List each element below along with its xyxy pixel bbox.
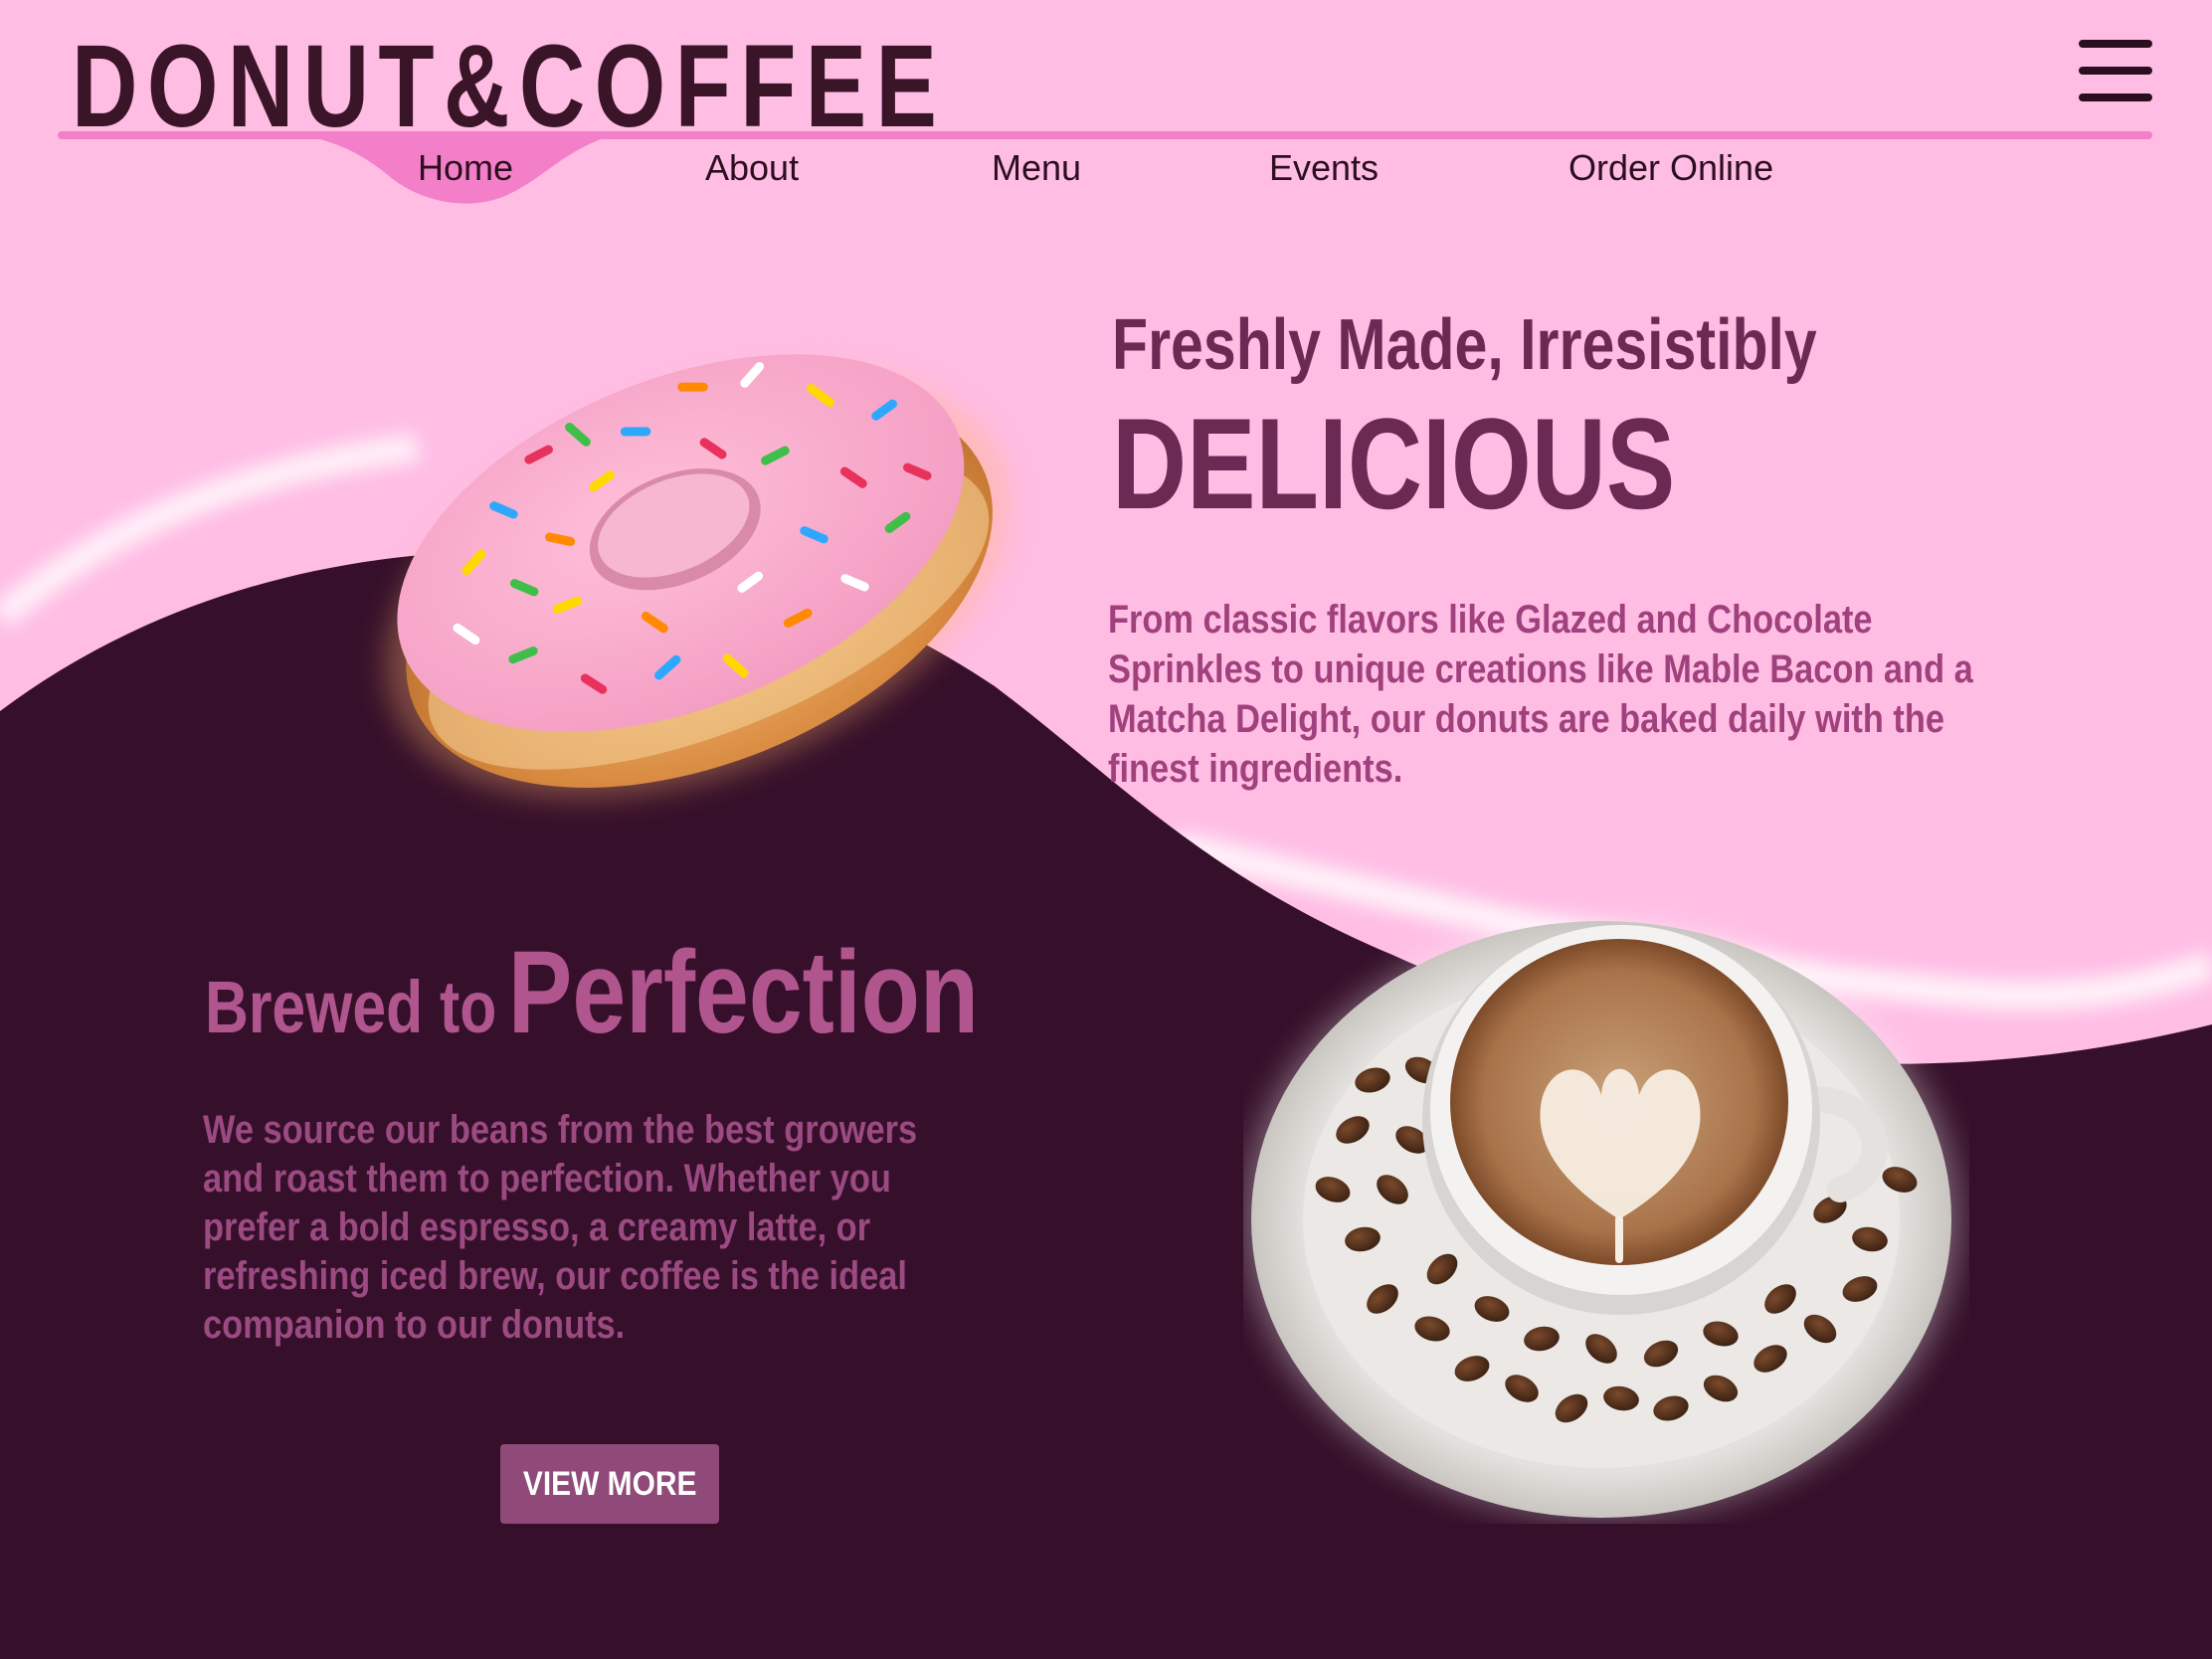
hero-title: DELICIOUS [1112,391,1676,536]
hamburger-menu-icon[interactable] [2077,40,2154,101]
nav-item-events[interactable]: Events [1269,147,1379,189]
coffee-heading: Brewed toPerfection [205,925,979,1060]
brand-logo[interactable]: DONUT&COFFEE [72,28,946,145]
pink-sprinkle-donut-image [385,354,1011,800]
coffee-heading-small: Brewed to [205,966,497,1048]
hero-subtitle: Freshly Made, Irresistibly [1112,305,1817,385]
donut-description: From classic flavors like Glazed and Cho… [1108,598,1973,791]
coffee-description: We source our beans from the best grower… [203,1108,918,1347]
latte-with-coffee-beans-image [1243,921,1959,1518]
nav-item-home[interactable]: Home [418,147,513,189]
coffee-heading-big: Perfection [507,927,979,1058]
view-more-label: VIEW MORE [522,1465,697,1503]
view-more-button[interactable]: VIEW MORE [500,1444,719,1524]
nav-item-menu[interactable]: Menu [992,147,1081,189]
nav-item-about[interactable]: About [705,147,799,189]
main-nav: Home About Menu Events Order Online [0,147,2212,197]
nav-item-order-online[interactable]: Order Online [1568,147,1773,189]
